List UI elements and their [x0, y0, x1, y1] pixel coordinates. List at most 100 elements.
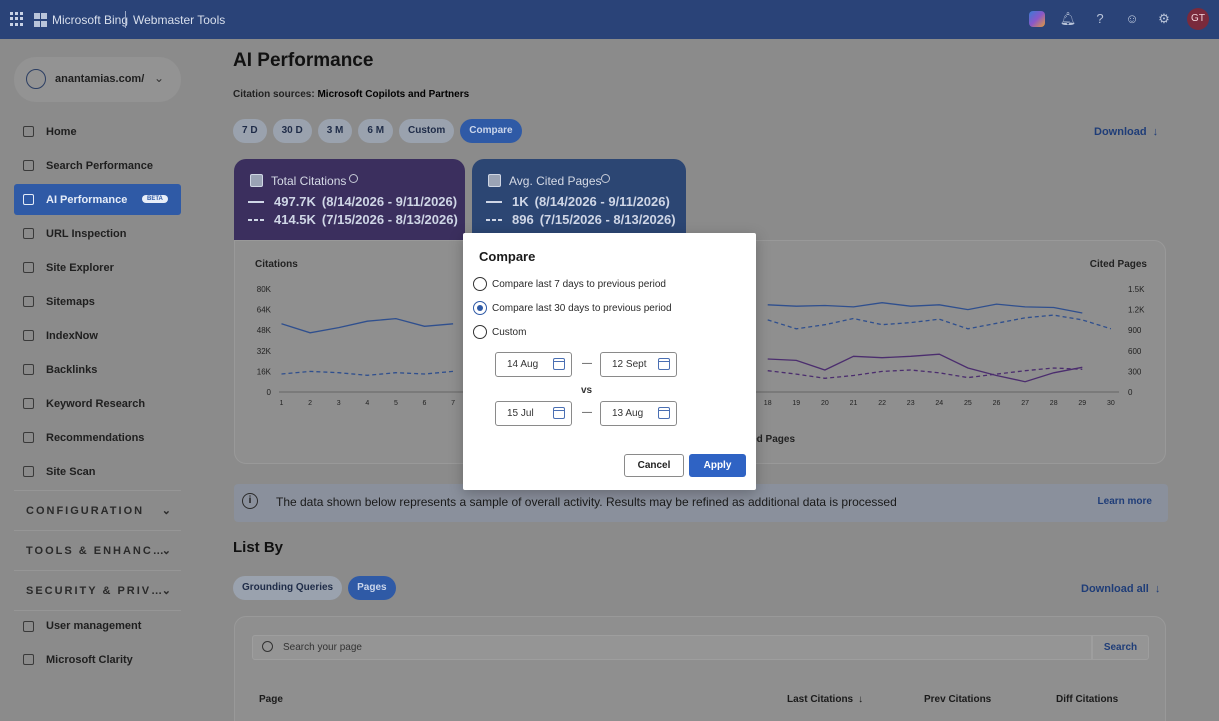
range-a-start-date[interactable]: 14 Aug	[495, 352, 572, 377]
column-header-prev-citations[interactable]: Prev Citations	[924, 694, 991, 705]
calendar-icon[interactable]	[658, 358, 670, 370]
column-header-page[interactable]: Page	[259, 694, 283, 705]
y-left-tick-label: 0	[267, 388, 272, 397]
sidebar-item-url-inspection[interactable]: URL Inspection	[14, 218, 181, 249]
avatar[interactable]: GT	[1187, 8, 1209, 30]
x-tick-label: 25	[964, 400, 972, 407]
y-left-tick-label: 16K	[257, 367, 272, 376]
range-chip-7d[interactable]: 7 D	[233, 119, 267, 143]
copilot-icon[interactable]	[1029, 11, 1045, 27]
brand-name[interactable]: Microsoft Bing	[52, 13, 128, 27]
search-placeholder: Search your page	[283, 642, 362, 653]
document-icon	[23, 262, 34, 273]
calendar-icon[interactable]	[658, 407, 670, 419]
date-value: 13 Aug	[612, 408, 644, 419]
sidebar-item-indexnow[interactable]: IndexNow	[14, 320, 181, 351]
metric-previous-row: 896 (7/15/2026 - 8/13/2026)	[486, 212, 676, 227]
sidebar-item-keyword-research[interactable]: Keyword Research	[14, 388, 181, 419]
search-input[interactable]: Search your page	[252, 635, 1092, 660]
radio-button-selected[interactable]	[473, 301, 487, 315]
y-left-tick-label: 80K	[257, 285, 272, 294]
range-chip-30d[interactable]: 30 D	[272, 119, 312, 143]
bell-icon[interactable]: 🔔︎	[1059, 10, 1077, 28]
sidebar-item-user-management[interactable]: User management	[14, 610, 181, 641]
metric-checkbox[interactable]	[250, 174, 263, 187]
y-right-tick-label: 300	[1128, 367, 1142, 376]
section-label: SECURITY & PRIV…	[26, 584, 165, 597]
metric-previous-value: 896	[512, 212, 534, 227]
range-chip-6m[interactable]: 6 M	[358, 119, 394, 143]
sidebar-section-tools[interactable]: TOOLS & ENHANC… ⌄	[14, 530, 181, 570]
metric-checkbox[interactable]	[488, 174, 501, 187]
pages-table-card: Search your page Search Page Last Citati…	[234, 616, 1166, 721]
range-b-end-date[interactable]: 13 Aug	[600, 401, 677, 426]
tab-pages[interactable]: Pages	[348, 576, 396, 600]
product-name[interactable]: Webmaster Tools	[133, 13, 225, 27]
sidebar-item-sitemaps[interactable]: Sitemaps	[14, 286, 181, 317]
column-header-diff-citations[interactable]: Diff Citations	[1056, 694, 1118, 705]
metric-previous-row: 414.5K (7/15/2026 - 8/13/2026)	[248, 212, 458, 227]
tab-grounding-queries[interactable]: Grounding Queries	[233, 576, 343, 600]
range-chip-3m[interactable]: 3 M	[317, 119, 353, 143]
compare-dialog: Compare Compare last 7 days to previous …	[463, 233, 756, 490]
sidebar-item-label: AI Performance	[46, 193, 128, 206]
brand-divider	[125, 11, 126, 28]
download-icon: ↓	[1152, 126, 1159, 138]
calendar-icon[interactable]	[553, 407, 565, 419]
download-icon: ↓	[1154, 583, 1161, 595]
radio-label: Custom	[492, 326, 527, 338]
compare-option-7d[interactable]: Compare last 7 days to previous period	[473, 277, 666, 291]
x-tick-label: 21	[850, 400, 858, 407]
gear-icon[interactable]: ⚙	[1155, 10, 1173, 28]
search-button[interactable]: Search	[1092, 635, 1149, 660]
metric-current-row: 1K (8/14/2026 - 9/11/2026)	[486, 194, 670, 209]
sidebar-section-security[interactable]: SECURITY & PRIV… ⌄	[14, 570, 181, 610]
sidebar-item-microsoft-clarity[interactable]: Microsoft Clarity	[14, 644, 181, 675]
sidebar-item-backlinks[interactable]: Backlinks	[14, 354, 181, 385]
y-right-tick-label: 0	[1128, 388, 1133, 397]
series-line-1	[281, 370, 454, 376]
column-header-last-citations[interactable]: Last Citations ↓	[787, 694, 863, 705]
sidebar-item-search-performance[interactable]: Search Performance	[14, 150, 181, 181]
x-tick-label: 3	[337, 400, 341, 407]
info-icon[interactable]	[601, 174, 610, 183]
sidebar-section-configuration[interactable]: CONFIGURATION ⌄	[14, 490, 181, 530]
x-tick-label: 22	[878, 400, 886, 407]
info-icon[interactable]	[349, 174, 358, 183]
app-launcher-icon[interactable]	[10, 12, 24, 26]
sidebar-item-site-scan[interactable]: Site Scan	[14, 456, 181, 487]
date-value: 15 Jul	[507, 408, 534, 419]
apply-button[interactable]: Apply	[689, 454, 746, 477]
help-icon[interactable]: ?	[1091, 10, 1109, 28]
range-b-start-date[interactable]: 15 Jul	[495, 401, 572, 426]
section-label: CONFIGURATION	[26, 504, 145, 517]
cancel-button[interactable]: Cancel	[624, 454, 684, 477]
range-a-end-date[interactable]: 12 Sept	[600, 352, 677, 377]
range-chip-compare[interactable]: Compare	[460, 119, 522, 143]
chevron-down-icon: ⌄	[161, 585, 171, 597]
sidebar-item-site-explorer[interactable]: Site Explorer	[14, 252, 181, 283]
download-button[interactable]: Download ↓	[1094, 126, 1158, 138]
metric-card-total-citations[interactable]: Total Citations 497.7K (8/14/2026 - 9/11…	[234, 159, 465, 240]
metric-card-avg-cited-pages[interactable]: Avg. Cited Pages 1K (8/14/2026 - 9/11/20…	[472, 159, 686, 240]
sidebar-item-recommendations[interactable]: Recommendations	[14, 422, 181, 453]
sidebar-item-ai-performance[interactable]: AI Performance BETA	[14, 184, 181, 215]
section-label: TOOLS & ENHANC…	[26, 544, 166, 557]
search-icon	[23, 228, 34, 239]
range-chip-custom[interactable]: Custom	[399, 119, 455, 143]
calendar-icon[interactable]	[553, 358, 565, 370]
top-bar: Microsoft Bing Webmaster Tools 🔔︎ ? ☺ ⚙ …	[0, 0, 1219, 39]
dashed-line-legend	[248, 218, 264, 221]
learn-more-link[interactable]: Learn more	[1098, 496, 1152, 507]
list-tabs: Grounding Queries Pages	[233, 576, 396, 600]
download-all-button[interactable]: Download all ↓	[1081, 583, 1160, 595]
sidebar-item-home[interactable]: Home	[14, 116, 181, 147]
site-selector[interactable]: anantamias.com/ ⌄	[14, 57, 181, 102]
feedback-smiley-icon[interactable]: ☺	[1123, 10, 1141, 28]
compare-option-30d[interactable]: Compare last 30 days to previous period	[473, 301, 672, 315]
keyword-icon	[23, 398, 34, 409]
radio-button[interactable]	[473, 277, 487, 291]
compare-option-custom[interactable]: Custom	[473, 325, 526, 339]
radio-button[interactable]	[473, 325, 487, 339]
sidebar-item-label: User management	[46, 620, 142, 632]
